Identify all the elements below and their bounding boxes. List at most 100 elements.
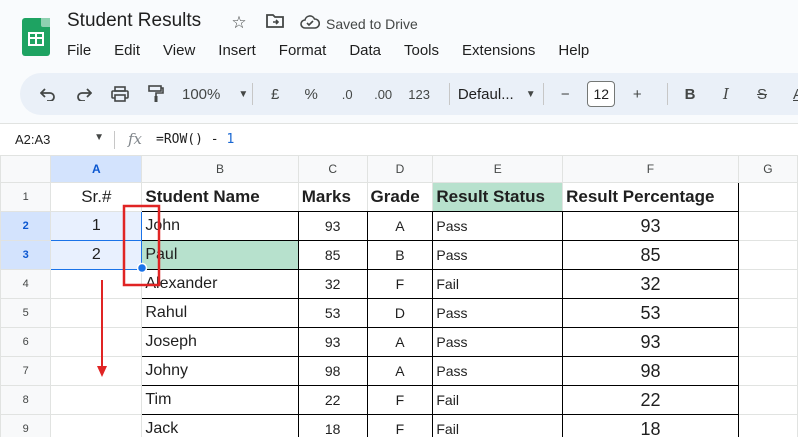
decrease-decimal-button[interactable]: .0 — [333, 80, 361, 108]
percent-format-button[interactable]: % — [297, 80, 325, 108]
empty-cell[interactable] — [737, 298, 798, 328]
row-header[interactable]: 4 — [0, 269, 52, 299]
header-cell-grade[interactable]: Grade — [366, 182, 434, 212]
marks-cell[interactable]: 18 — [297, 414, 368, 437]
empty-cell[interactable] — [737, 414, 798, 437]
empty-cell[interactable] — [737, 182, 798, 212]
percent-cell[interactable]: 18 — [562, 414, 739, 437]
row-header[interactable]: 7 — [0, 356, 52, 386]
percent-cell[interactable]: 93 — [562, 327, 739, 357]
sr-cell[interactable]: 1 — [50, 211, 143, 241]
empty-cell[interactable] — [737, 327, 798, 357]
sr-cell[interactable] — [50, 356, 143, 386]
sr-cell[interactable] — [50, 385, 143, 415]
increase-font-size-button[interactable]: + — [623, 80, 651, 108]
grade-cell[interactable]: A — [366, 211, 434, 241]
font-size-input[interactable]: 12 — [587, 81, 616, 107]
row-header[interactable]: 8 — [0, 385, 52, 415]
menu-data[interactable]: Data — [349, 40, 390, 61]
empty-cell[interactable] — [737, 356, 798, 386]
select-all-corner[interactable] — [0, 155, 52, 183]
row-header[interactable]: 2 — [0, 211, 52, 241]
header-cell-status[interactable]: Result Status — [432, 182, 564, 212]
marks-cell[interactable]: 22 — [297, 385, 368, 415]
redo-icon[interactable] — [70, 80, 98, 108]
percent-cell[interactable]: 22 — [562, 385, 739, 415]
status-cell[interactable]: Pass — [432, 211, 564, 241]
marks-cell[interactable]: 93 — [297, 327, 368, 357]
row-header[interactable]: 6 — [0, 327, 52, 357]
name-cell[interactable]: Rahul — [141, 298, 299, 328]
menu-tools[interactable]: Tools — [404, 40, 448, 61]
column-header-a[interactable]: A — [50, 155, 143, 183]
name-cell[interactable]: Joseph — [141, 327, 299, 357]
menu-extensions[interactable]: Extensions — [462, 40, 544, 61]
header-cell-percent[interactable]: Result Percentage — [562, 182, 739, 212]
name-cell[interactable]: Tim — [141, 385, 299, 415]
zoom-select[interactable]: 100% ▼ — [178, 80, 248, 108]
percent-cell[interactable]: 85 — [562, 240, 739, 270]
name-cell[interactable]: Paul — [141, 240, 299, 270]
column-header-e[interactable]: E — [432, 155, 564, 183]
grade-cell[interactable]: F — [366, 414, 434, 437]
status-cell[interactable]: Pass — [432, 327, 564, 357]
header-cell-name[interactable]: Student Name — [141, 182, 299, 212]
bold-button[interactable]: B — [676, 80, 704, 108]
sr-cell[interactable] — [50, 298, 143, 328]
menu-insert[interactable]: Insert — [218, 40, 265, 61]
status-cell[interactable]: Pass — [432, 356, 564, 386]
name-cell[interactable]: John — [141, 211, 299, 241]
percent-cell[interactable]: 98 — [562, 356, 739, 386]
sr-cell[interactable]: 2 — [50, 240, 143, 270]
font-family-select[interactable]: Defaul... ▼ — [458, 80, 536, 108]
currency-format-button[interactable]: £ — [261, 80, 289, 108]
percent-cell[interactable]: 93 — [562, 211, 739, 241]
status-cell[interactable]: Pass — [432, 240, 564, 270]
text-color-button[interactable]: A — [784, 80, 798, 108]
status-cell[interactable]: Pass — [432, 298, 564, 328]
undo-icon[interactable] — [34, 80, 62, 108]
name-cell[interactable]: Jack — [141, 414, 299, 437]
move-folder-icon[interactable] — [264, 12, 286, 34]
increase-decimal-button[interactable]: .00 — [369, 80, 397, 108]
print-icon[interactable] — [106, 80, 134, 108]
menu-format[interactable]: Format — [279, 40, 336, 61]
percent-cell[interactable]: 32 — [562, 269, 739, 299]
row-header[interactable]: 1 — [0, 182, 52, 212]
row-header[interactable]: 5 — [0, 298, 52, 328]
empty-cell[interactable] — [737, 240, 798, 270]
menu-file[interactable]: File — [67, 40, 100, 61]
grade-cell[interactable]: F — [366, 269, 434, 299]
sheets-logo-icon[interactable] — [22, 18, 50, 56]
document-title[interactable]: Student Results — [67, 10, 201, 32]
header-cell-sr[interactable]: Sr.# — [50, 182, 143, 212]
column-header-c[interactable]: C — [297, 155, 368, 183]
grade-cell[interactable]: D — [366, 298, 434, 328]
star-icon[interactable]: ☆ — [228, 12, 250, 34]
save-status[interactable]: Saved to Drive — [300, 15, 418, 32]
status-cell[interactable]: Fail — [432, 385, 564, 415]
grade-cell[interactable]: A — [366, 327, 434, 357]
marks-cell[interactable]: 32 — [297, 269, 368, 299]
status-cell[interactable]: Fail — [432, 414, 564, 437]
marks-cell[interactable]: 93 — [297, 211, 368, 241]
header-cell-marks[interactable]: Marks — [297, 182, 368, 212]
column-header-g[interactable]: G — [737, 155, 798, 183]
italic-button[interactable]: I — [712, 80, 740, 108]
column-header-f[interactable]: F — [562, 155, 739, 183]
row-header[interactable]: 9 — [0, 414, 52, 437]
sr-cell[interactable] — [50, 269, 143, 299]
status-cell[interactable]: Fail — [432, 269, 564, 299]
paint-format-icon[interactable] — [142, 80, 170, 108]
decrease-font-size-button[interactable]: − — [551, 80, 579, 108]
menu-view[interactable]: View — [163, 40, 204, 61]
number-format-button[interactable]: 123 — [405, 80, 433, 108]
grade-cell[interactable]: B — [366, 240, 434, 270]
formula-input[interactable]: =ROW() - 1 — [156, 132, 234, 147]
name-box[interactable]: A2:A3 ▼ — [0, 124, 112, 155]
column-header-d[interactable]: D — [366, 155, 434, 183]
strikethrough-button[interactable]: S — [748, 80, 776, 108]
marks-cell[interactable]: 98 — [297, 356, 368, 386]
column-header-b[interactable]: B — [141, 155, 299, 183]
sr-cell[interactable] — [50, 414, 143, 437]
